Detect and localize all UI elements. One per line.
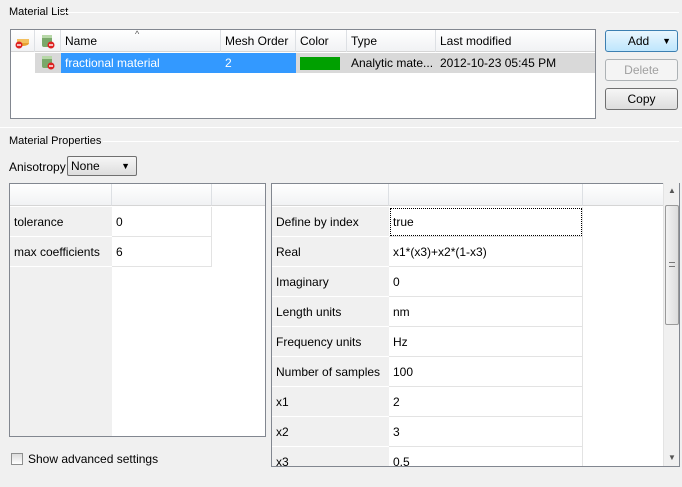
header-delete-icon-col[interactable] bbox=[35, 30, 61, 52]
column-name[interactable]: Name ^ bbox=[61, 30, 221, 52]
material-icon bbox=[42, 56, 55, 70]
anisotropy-label: Anisotropy bbox=[9, 160, 66, 174]
property-key: Length units bbox=[272, 297, 389, 327]
property-key: x3 bbox=[272, 447, 389, 466]
divider bbox=[0, 127, 682, 128]
delete-material-icon[interactable] bbox=[35, 30, 61, 52]
column-last-modified-label: Last modified bbox=[440, 34, 512, 48]
add-button-label: Add bbox=[627, 34, 650, 48]
property-value[interactable]: Hz bbox=[389, 327, 583, 357]
column-mesh-order-label: Mesh Order bbox=[225, 34, 289, 48]
scroll-up-icon[interactable]: ▲ bbox=[664, 183, 680, 199]
anisotropy-value: None bbox=[71, 159, 100, 173]
dropdown-arrow-icon: ▼ bbox=[662, 36, 671, 46]
material-table[interactable]: Name ^ Mesh Order Color Type Last modifi… bbox=[10, 29, 596, 119]
grid-header bbox=[583, 184, 663, 206]
property-value[interactable]: true bbox=[389, 207, 583, 237]
column-color[interactable]: Color bbox=[296, 30, 347, 52]
grid-header bbox=[10, 184, 112, 206]
delete-button[interactable]: Delete bbox=[605, 59, 678, 81]
add-material-icon[interactable] bbox=[11, 30, 35, 52]
property-key: x2 bbox=[272, 417, 389, 447]
property-value[interactable]: 2 bbox=[389, 387, 583, 417]
property-value[interactable]: 0 bbox=[389, 267, 583, 297]
sort-arrow-icon: ^ bbox=[135, 30, 140, 39]
header-add-icon-col[interactable] bbox=[11, 30, 35, 52]
row-color[interactable] bbox=[296, 53, 347, 73]
divider bbox=[60, 12, 679, 13]
property-key: Imaginary bbox=[272, 267, 389, 297]
right-property-grid[interactable]: Define by index true Real x1*(x3)+x2*(1-… bbox=[271, 183, 680, 467]
grid-header bbox=[389, 184, 583, 206]
row-type[interactable]: Analytic mate... bbox=[347, 53, 436, 73]
row-name[interactable]: fractional material bbox=[61, 53, 221, 73]
row-icon-cell bbox=[35, 53, 61, 73]
vertical-scrollbar[interactable]: ▲ ▼ bbox=[663, 183, 679, 466]
grid-header bbox=[112, 184, 212, 206]
scroll-down-icon[interactable]: ▼ bbox=[664, 450, 680, 466]
divider bbox=[103, 141, 679, 142]
copy-button[interactable]: Copy bbox=[605, 88, 678, 110]
grid-header bbox=[272, 184, 389, 206]
column-color-label: Color bbox=[300, 34, 329, 48]
color-swatch bbox=[300, 57, 340, 70]
show-advanced-checkbox[interactable] bbox=[11, 453, 23, 465]
left-property-grid[interactable]: tolerance 0 max coefficients 6 bbox=[9, 183, 266, 437]
show-advanced-label[interactable]: Show advanced settings bbox=[28, 452, 158, 466]
column-last-modified[interactable]: Last modified bbox=[436, 30, 595, 52]
grip-icon bbox=[669, 262, 675, 267]
scroll-thumb[interactable] bbox=[665, 205, 679, 325]
column-name-label: Name bbox=[65, 34, 98, 48]
property-key: Define by index bbox=[272, 207, 389, 237]
anisotropy-select[interactable]: None ▼ bbox=[67, 156, 137, 176]
property-value[interactable]: 0.5 bbox=[389, 447, 583, 466]
property-key: tolerance bbox=[10, 207, 112, 237]
chevron-down-icon: ▼ bbox=[121, 161, 130, 171]
property-key: Frequency units bbox=[272, 327, 389, 357]
property-key: x1 bbox=[272, 387, 389, 417]
material-table-header: Name ^ Mesh Order Color Type Last modifi… bbox=[11, 30, 595, 52]
material-properties-label: Material Properties bbox=[9, 135, 102, 147]
add-button[interactable]: Add ▼ bbox=[605, 30, 678, 52]
column-type-label: Type bbox=[351, 34, 378, 48]
property-value[interactable]: x1*(x3)+x2*(1-x3) bbox=[389, 237, 583, 267]
column-type[interactable]: Type bbox=[347, 30, 436, 52]
row-mesh-order[interactable]: 2 bbox=[221, 53, 296, 73]
row-spacer bbox=[11, 53, 35, 73]
row-last-modified[interactable]: 2012-10-23 05:45 PM bbox=[436, 53, 595, 73]
property-value[interactable]: 6 bbox=[112, 237, 212, 267]
property-value[interactable]: nm bbox=[389, 297, 583, 327]
column-mesh-order[interactable]: Mesh Order bbox=[221, 30, 296, 52]
property-key: max coefficients bbox=[10, 237, 112, 267]
property-key: Number of samples bbox=[272, 357, 389, 387]
property-value[interactable]: 3 bbox=[389, 417, 583, 447]
grid-header bbox=[212, 184, 265, 206]
property-key: Real bbox=[272, 237, 389, 267]
table-row[interactable]: fractional material 2 Analytic mate... 2… bbox=[11, 53, 595, 73]
property-value[interactable]: 0 bbox=[112, 207, 212, 237]
property-value[interactable]: 100 bbox=[389, 357, 583, 387]
